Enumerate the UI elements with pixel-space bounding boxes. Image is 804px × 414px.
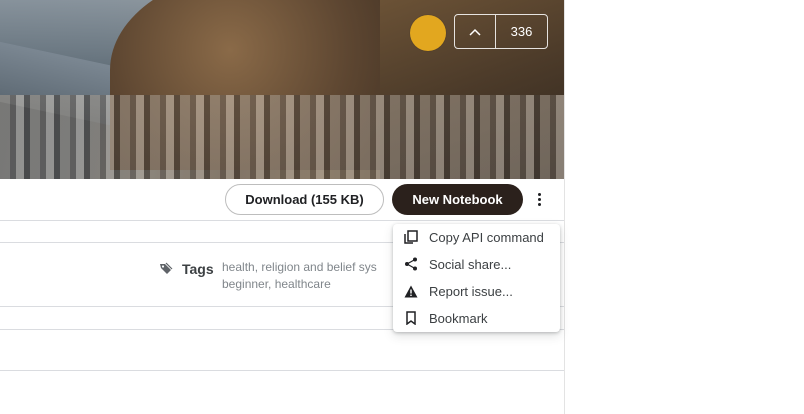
tags-line[interactable]: health, religion and belief sys bbox=[222, 259, 402, 276]
chevron-up-icon bbox=[469, 28, 481, 36]
more-options-button[interactable] bbox=[529, 186, 549, 212]
cover-image: 336 bbox=[0, 0, 564, 179]
upvote-widget[interactable]: 336 bbox=[454, 14, 548, 49]
menu-item-copy-api[interactable]: Copy API command bbox=[393, 224, 560, 250]
tags-list: health, religion and belief sys beginner… bbox=[222, 259, 402, 293]
tags-line[interactable]: beginner, healthcare bbox=[222, 277, 331, 291]
dataset-page: 336 Download (155 KB) New Notebook Tags … bbox=[0, 0, 565, 414]
copy-icon bbox=[393, 230, 429, 244]
menu-item-bookmark[interactable]: Bookmark bbox=[393, 305, 560, 331]
tag-icon bbox=[159, 262, 173, 281]
divider bbox=[0, 220, 564, 221]
menu-item-label: Social share... bbox=[429, 256, 512, 272]
avatar[interactable] bbox=[410, 15, 446, 51]
upvote-button[interactable] bbox=[455, 15, 496, 48]
tags-label: Tags bbox=[182, 261, 214, 277]
bookmark-icon bbox=[393, 311, 429, 325]
warning-icon bbox=[393, 285, 429, 298]
action-bar: Download (155 KB) New Notebook bbox=[0, 180, 564, 220]
more-options-menu: Copy API command Social share... Report … bbox=[393, 224, 560, 332]
new-notebook-button[interactable]: New Notebook bbox=[392, 184, 523, 215]
divider bbox=[0, 370, 564, 371]
download-button[interactable]: Download (155 KB) bbox=[225, 184, 384, 215]
more-vert-icon bbox=[537, 192, 541, 196]
menu-item-report-issue[interactable]: Report issue... bbox=[393, 278, 560, 304]
menu-item-social-share[interactable]: Social share... bbox=[393, 251, 560, 277]
share-icon bbox=[393, 257, 429, 271]
vote-count: 336 bbox=[510, 24, 533, 39]
menu-item-label: Report issue... bbox=[429, 283, 513, 299]
menu-item-label: Copy API command bbox=[429, 229, 544, 245]
menu-item-label: Bookmark bbox=[429, 310, 488, 326]
